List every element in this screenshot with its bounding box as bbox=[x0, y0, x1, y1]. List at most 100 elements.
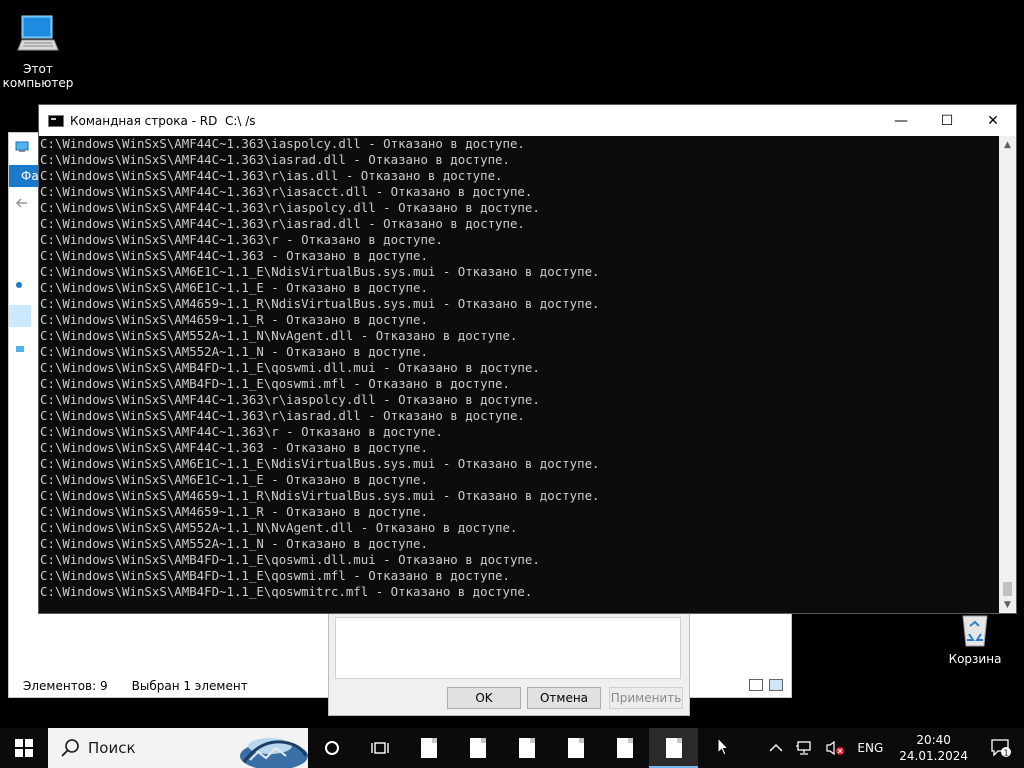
cortana-button[interactable] bbox=[308, 728, 356, 768]
console-line: C:\Windows\WinSxS\AM4659~1.1_R\NdisVirtu… bbox=[40, 296, 600, 311]
minimize-button[interactable]: — bbox=[878, 105, 924, 136]
recycle-bin-label: Корзина bbox=[948, 652, 1002, 666]
properties-content-pane bbox=[335, 617, 681, 679]
nav-pane-selected-item[interactable] bbox=[9, 305, 31, 327]
console-line: C:\Windows\WinSxS\AMB4FD~1.1_E\qoswmitrc… bbox=[40, 584, 533, 599]
console-line: C:\Windows\WinSxS\AM552A~1.1_N - Отказан… bbox=[40, 344, 428, 359]
taskbar-file-5[interactable] bbox=[600, 728, 649, 768]
this-pc-desktop-icon[interactable]: Этот компьютер bbox=[3, 10, 73, 90]
console-line: C:\Windows\WinSxS\AMB4FD~1.1_E\qoswmi.dl… bbox=[40, 552, 540, 567]
show-hidden-icons-button[interactable] bbox=[763, 728, 789, 768]
taskbar-file-2[interactable] bbox=[453, 728, 502, 768]
search-placeholder: Поиск bbox=[88, 739, 136, 757]
cancel-button[interactable]: Отмена bbox=[527, 687, 601, 709]
console-line: C:\Windows\WinSxS\AMF44C~1.363 - Отказан… bbox=[40, 248, 428, 263]
document-icon bbox=[469, 738, 486, 758]
console-line: C:\Windows\WinSxS\AMB4FD~1.1_E\qoswmi.dl… bbox=[40, 360, 540, 375]
start-button[interactable] bbox=[0, 728, 48, 768]
explorer-app-icon bbox=[15, 141, 29, 152]
search-highlight-art-icon bbox=[240, 738, 308, 768]
status-item-count: Элементов: 9 bbox=[23, 679, 108, 693]
network-button[interactable] bbox=[789, 728, 819, 768]
action-center-button[interactable]: 1 bbox=[978, 728, 1024, 768]
status-selected-count: Выбран 1 элемент bbox=[131, 679, 248, 693]
console-line: C:\Windows\WinSxS\AMB4FD~1.1_E\qoswmi.mf… bbox=[40, 568, 510, 583]
clock[interactable]: 20:40 24.01.2024 bbox=[889, 732, 978, 764]
cmd-titlebar[interactable]: Командная строка - RD C:\ /s — ☐ ✕ bbox=[39, 105, 1016, 136]
console-line: C:\Windows\WinSxS\AMF44C~1.363\r\ias.dll… bbox=[40, 168, 503, 183]
console-line: C:\Windows\WinSxS\AMF44C~1.363\r\iaspolc… bbox=[40, 200, 540, 215]
console-line: C:\Windows\WinSxS\AM4659~1.1_R\NdisVirtu… bbox=[40, 488, 600, 503]
nav-pane-drive-icon bbox=[16, 346, 24, 352]
details-view-icon[interactable] bbox=[749, 679, 763, 691]
scroll-down-arrow-icon[interactable]: ▼ bbox=[999, 596, 1016, 613]
volume-button[interactable] bbox=[819, 728, 851, 768]
recycle-bin-icon bbox=[962, 615, 988, 647]
system-tray: ENG 20:40 24.01.2024 1 bbox=[763, 728, 1024, 768]
console-line: C:\Windows\WinSxS\AMB4FD~1.1_E\qoswmi.mf… bbox=[40, 376, 510, 391]
taskbar-search-box[interactable]: Поиск bbox=[48, 728, 308, 768]
taskbar-file-4[interactable] bbox=[551, 728, 600, 768]
document-icon bbox=[665, 738, 682, 758]
search-icon bbox=[61, 739, 79, 757]
console-line: C:\Windows\WinSxS\AMF44C~1.363\r\iaspolc… bbox=[40, 392, 540, 407]
console-line: C:\Windows\WinSxS\AM552A~1.1_N\NvAgent.d… bbox=[40, 520, 518, 535]
view-toggle-group bbox=[749, 679, 783, 691]
console-line: C:\Windows\WinSxS\AM4659~1.1_R - Отказан… bbox=[40, 504, 428, 519]
console-line: C:\Windows\WinSxS\AMF44C~1.363\r - Отказ… bbox=[40, 424, 443, 439]
taskbar-file-3[interactable] bbox=[502, 728, 551, 768]
clock-date: 24.01.2024 bbox=[899, 749, 968, 763]
notification-count: 1 bbox=[1003, 749, 1008, 758]
input-language-indicator[interactable]: ENG bbox=[851, 728, 889, 768]
ok-button[interactable]: OK bbox=[447, 687, 521, 709]
command-prompt-window[interactable]: Командная строка - RD C:\ /s — ☐ ✕ C:\Wi… bbox=[38, 104, 1017, 614]
document-icon bbox=[420, 738, 437, 758]
notification-icon: 1 bbox=[991, 739, 1011, 758]
computer-icon bbox=[17, 15, 59, 51]
console-scrollbar[interactable]: ▲ ▼ bbox=[999, 136, 1016, 613]
taskbar-file-1[interactable] bbox=[404, 728, 453, 768]
task-view-button[interactable] bbox=[356, 728, 404, 768]
network-icon bbox=[796, 741, 812, 755]
console-line: C:\Windows\WinSxS\AM6E1C~1.1_E\NdisVirtu… bbox=[40, 264, 600, 279]
close-button[interactable]: ✕ bbox=[970, 105, 1016, 136]
taskbar-file-6[interactable] bbox=[649, 728, 698, 768]
taskbar: Поиск ENG 20:40 24.01.2024 1 bbox=[0, 728, 1024, 768]
document-icon bbox=[518, 738, 535, 758]
cmd-window-title: Командная строка - RD C:\ /s bbox=[70, 113, 256, 128]
this-pc-label-line1: Этот bbox=[23, 62, 53, 76]
console-line: C:\Windows\WinSxS\AM6E1C~1.1_E - Отказан… bbox=[40, 280, 428, 295]
volume-muted-icon bbox=[826, 740, 845, 756]
desktop: Этот компьютер Фай Элементов: 9 Выбран 1… bbox=[0, 0, 1024, 768]
document-icon bbox=[616, 738, 633, 758]
nav-pane-dot-icon bbox=[16, 282, 22, 288]
console-line: C:\Windows\WinSxS\AMF44C~1.363\r\iasacct… bbox=[40, 184, 533, 199]
mouse-cursor-icon bbox=[717, 737, 729, 756]
console-line: C:\Windows\WinSxS\AM4659~1.1_R - Отказан… bbox=[40, 312, 428, 327]
console-line: C:\Windows\WinSxS\AM552A~1.1_N - Отказан… bbox=[40, 536, 428, 551]
console-line: C:\Windows\WinSxS\AMF44C~1.363\r\iasrad.… bbox=[40, 216, 525, 231]
chevron-up-icon bbox=[769, 744, 783, 752]
explorer-status-bar: Элементов: 9 Выбран 1 элемент bbox=[23, 679, 248, 693]
document-icon bbox=[567, 738, 584, 758]
scrollbar-thumb[interactable] bbox=[1003, 582, 1012, 596]
console-line: C:\Windows\WinSxS\AMF44C~1.363\r\iasrad.… bbox=[40, 408, 525, 423]
console-output[interactable]: C:\Windows\WinSxS\AMF44C~1.363\iaspolcy.… bbox=[39, 136, 999, 613]
task-view-icon bbox=[371, 742, 389, 754]
console-line: C:\Windows\WinSxS\AM6E1C~1.1_E\NdisVirtu… bbox=[40, 456, 600, 471]
windows-logo-icon bbox=[15, 739, 33, 757]
clock-time: 20:40 bbox=[916, 733, 951, 747]
large-icons-view-icon[interactable] bbox=[769, 679, 783, 691]
apply-button[interactable]: Применить bbox=[609, 687, 683, 709]
console-line: C:\Windows\WinSxS\AMF44C~1.363\r - Отказ… bbox=[40, 232, 443, 247]
maximize-button[interactable]: ☐ bbox=[924, 105, 970, 136]
recycle-bin-desktop-icon[interactable]: Корзина bbox=[945, 612, 1005, 666]
console-line: C:\Windows\WinSxS\AMF44C~1.363\iaspolcy.… bbox=[40, 136, 525, 151]
scroll-up-arrow-icon[interactable]: ▲ bbox=[999, 136, 1016, 153]
cmd-app-icon bbox=[48, 114, 64, 127]
console-line: C:\Windows\WinSxS\AMF44C~1.363 - Отказан… bbox=[40, 440, 428, 455]
properties-dialog[interactable]: OK Отмена Применить bbox=[328, 612, 690, 716]
back-arrow-icon[interactable] bbox=[15, 197, 29, 209]
window-controls: — ☐ ✕ bbox=[878, 105, 1016, 136]
cortana-circle-icon bbox=[325, 741, 339, 755]
